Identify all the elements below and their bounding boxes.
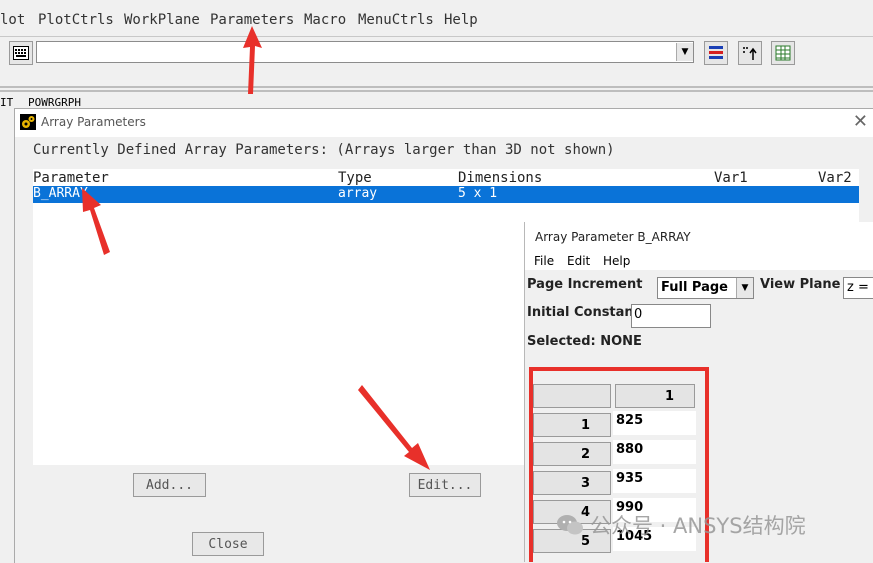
editor-menu-help[interactable]: Help <box>603 254 630 268</box>
list-item[interactable]: B_ARRAY array 5 x 1 <box>33 186 859 203</box>
column-header-type: Type <box>338 170 372 186</box>
parameter-name: B_ARRAY <box>33 186 88 201</box>
page-increment-label: Page Increment <box>527 277 643 292</box>
editor-title: Array Parameter B_ARRAY <box>535 230 691 244</box>
menu-macro[interactable]: Macro <box>304 12 346 28</box>
main-menubar: lot PlotCtrls WorkPlane Parameters Macro… <box>0 0 873 36</box>
menu-help[interactable]: Help <box>444 12 478 28</box>
column-header-var1: Var1 <box>714 170 748 186</box>
chevron-down-icon[interactable]: ▼ <box>736 278 753 298</box>
menu-menuctrls[interactable]: MenuCtrls <box>358 12 434 28</box>
initial-constant-label: Initial Constant <box>527 305 640 320</box>
close-button[interactable]: Close <box>192 532 264 556</box>
menu-parameters[interactable]: Parameters <box>210 12 294 28</box>
command-input[interactable]: ▼ <box>36 41 694 63</box>
editor-titlebar: Array Parameter B_ARRAY <box>525 222 873 250</box>
menu-plot[interactable]: lot <box>0 12 25 28</box>
close-icon[interactable]: ✕ <box>853 111 868 132</box>
gears-icon <box>20 114 36 130</box>
add-button[interactable]: Add... <box>133 473 206 497</box>
editor-menu-file[interactable]: File <box>534 254 554 268</box>
selected-status: Selected: NONE <box>527 334 642 349</box>
divider <box>0 90 873 92</box>
dialog-titlebar: Array Parameters ✕ <box>15 109 873 137</box>
dialog-caption: Currently Defined Array Parameters: (Arr… <box>33 142 615 158</box>
column-header-parameter: Parameter <box>33 170 109 186</box>
initial-constant-input[interactable]: 0 <box>631 304 711 328</box>
parameter-dimensions: 5 x 1 <box>458 186 498 201</box>
parameter-arrow-icon[interactable] <box>738 41 762 65</box>
view-plane-label: View Plane <box>760 277 841 292</box>
background-tab: IT <box>0 96 14 109</box>
watermark-text: 公众号 · ANSYS结构院 <box>590 514 806 538</box>
view-plane-value: z = 1 <box>847 280 873 295</box>
keyboard-icon[interactable] <box>9 41 33 65</box>
menu-workplane[interactable]: WorkPlane <box>124 12 200 28</box>
divider <box>0 86 873 88</box>
dialog-title: Array Parameters <box>41 115 146 129</box>
editor-menubar: File Edit Help <box>525 250 873 270</box>
grid-table-icon[interactable] <box>771 41 795 65</box>
column-header-dimensions: Dimensions <box>458 170 543 186</box>
wechat-logo-icon <box>557 515 583 535</box>
view-plane-select[interactable]: z = 1 <box>843 277 873 299</box>
column-header-var2: Var2 <box>818 170 852 186</box>
editor-menu-edit[interactable]: Edit <box>567 254 590 268</box>
parameter-type: array <box>338 186 378 201</box>
page-increment-value: Full Page <box>661 280 728 295</box>
edit-button[interactable]: Edit... <box>409 473 481 497</box>
command-toolbar: ▼ <box>0 36 873 71</box>
page-increment-select[interactable]: Full Page ▼ <box>657 277 754 299</box>
menu-plotctrls[interactable]: PlotCtrls <box>38 12 114 28</box>
chevron-down-icon[interactable]: ▼ <box>676 43 693 61</box>
database-icon[interactable] <box>704 41 728 65</box>
